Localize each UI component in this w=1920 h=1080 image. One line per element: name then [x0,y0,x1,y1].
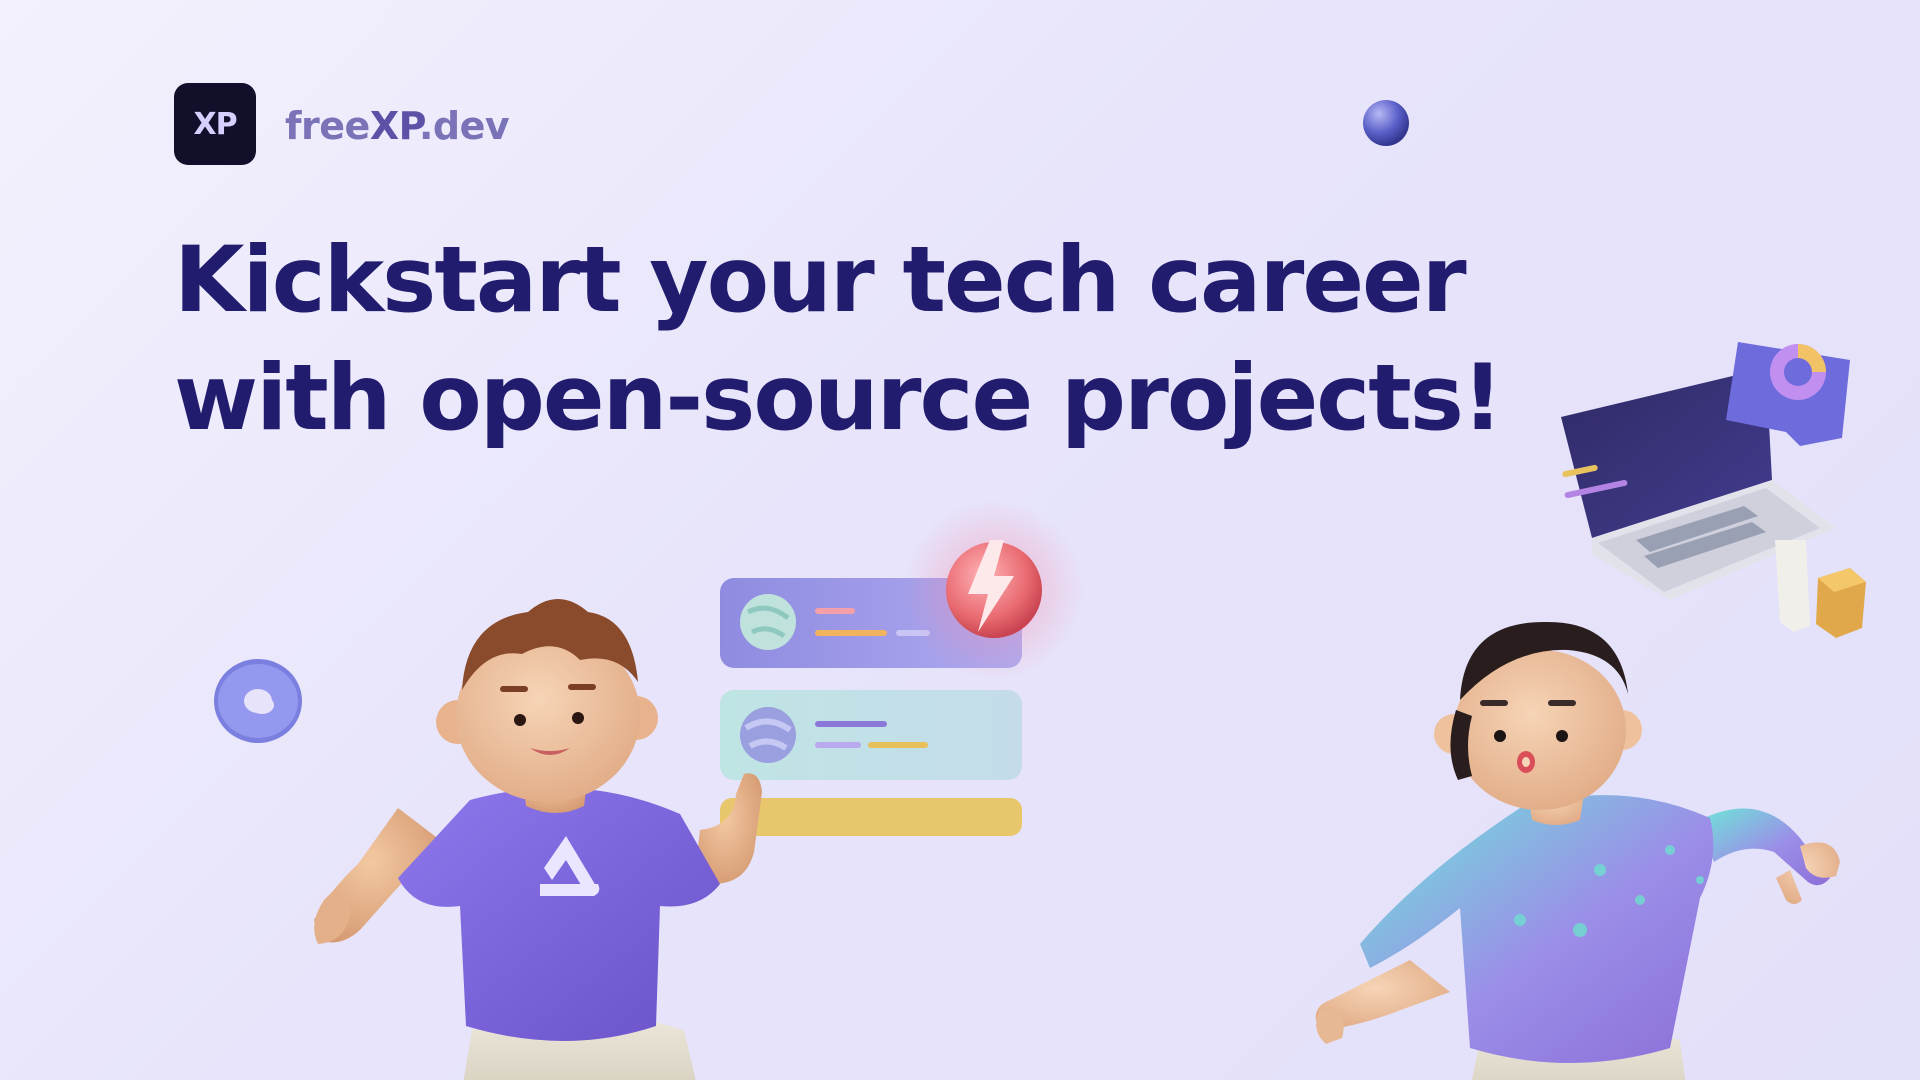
torus-icon [214,659,302,743]
cube-icon [1816,568,1866,638]
sphere-icon [1363,100,1409,146]
user-icon [1315,621,1840,1080]
user-icon [314,599,762,1080]
illustration [214,100,1866,1080]
